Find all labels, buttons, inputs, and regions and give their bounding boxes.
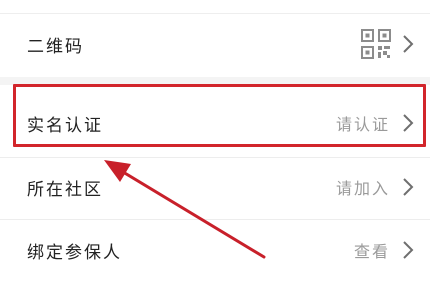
row-qr-code[interactable]: 二维码 (0, 8, 430, 80)
settings-list-screen: 二维码 实名认证 请认证 所在社区 请加入 绑定参保人 查看 (0, 0, 430, 282)
row-bind-insured-person-label: 绑定参保人 (27, 242, 122, 263)
row-qr-code-label: 二维码 (27, 36, 84, 57)
highlight-box-annotation (13, 84, 426, 147)
row-bind-insured-person[interactable]: 绑定参保人 查看 (0, 214, 430, 282)
row-community-value: 请加入 (335, 179, 390, 198)
row-community-label: 所在社区 (27, 179, 103, 200)
row-community[interactable]: 所在社区 请加入 (0, 151, 430, 223)
row-bind-insured-person-value: 查看 (353, 242, 390, 261)
chevron-right-icon (403, 241, 414, 259)
qr-code-icon (361, 29, 391, 59)
chevron-right-icon (403, 35, 414, 53)
chevron-right-icon (403, 178, 414, 196)
